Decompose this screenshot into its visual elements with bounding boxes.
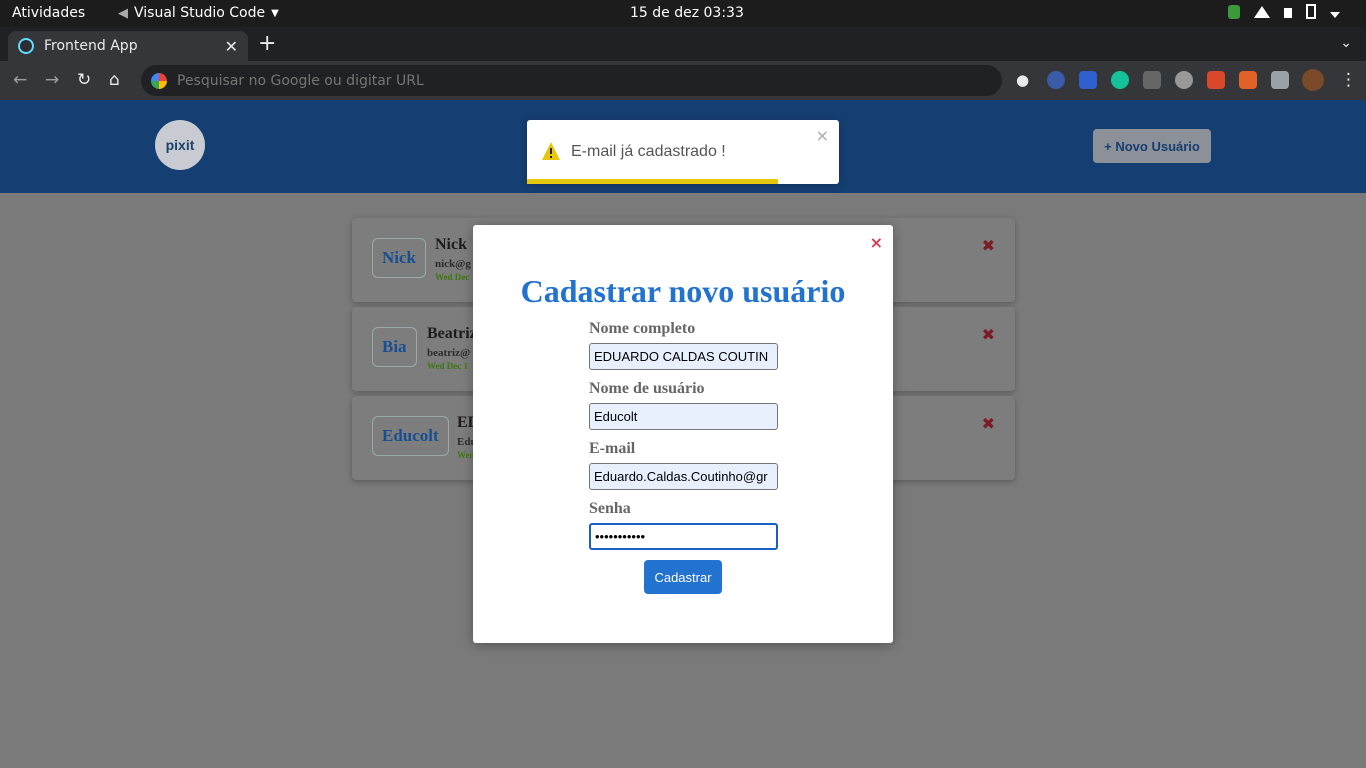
vscode-icon: ◀: [118, 5, 128, 21]
user-date: Wed: [457, 450, 475, 460]
microphone-icon[interactable]: ●: [1016, 71, 1034, 89]
warning-toast[interactable]: E-mail já cadastrado ! ×: [527, 120, 839, 184]
user-name: Beatriz: [427, 325, 477, 342]
new-tab-button[interactable]: +: [258, 33, 276, 55]
url-input[interactable]: [177, 72, 877, 89]
gitlab-icon[interactable]: [1239, 71, 1257, 89]
modal-close-icon[interactable]: ×: [870, 233, 883, 252]
delete-user-icon[interactable]: ✖: [982, 325, 995, 344]
warning-icon: [542, 142, 560, 160]
toast-close-icon[interactable]: ×: [816, 126, 829, 145]
fullname-input[interactable]: [589, 343, 778, 370]
tab-search-icon[interactable]: ⌄: [1340, 35, 1352, 51]
battery-icon[interactable]: [1306, 4, 1316, 19]
extensions-puzzle-icon[interactable]: [1271, 71, 1289, 89]
caret-down-icon: ▼: [271, 7, 279, 19]
more-menu-icon[interactable]: ⋮: [1340, 70, 1357, 90]
profile-avatar[interactable]: [1302, 69, 1324, 91]
react-icon: [18, 38, 34, 54]
user-date: Wed Dec 1: [427, 361, 468, 371]
user-email: beatriz@: [427, 347, 471, 359]
extension-4-icon[interactable]: [1143, 71, 1161, 89]
app-name-label: Visual Studio Code: [134, 5, 266, 21]
pixit-logo: pixit: [155, 120, 205, 170]
system-tray[interactable]: [1228, 4, 1340, 19]
toast-message: E-mail já cadastrado !: [571, 143, 726, 160]
email-label: E-mail: [589, 440, 636, 457]
toast-progress-bar: [527, 179, 778, 184]
fullname-label: Nome completo: [589, 320, 696, 337]
grammarly-icon[interactable]: [1111, 71, 1129, 89]
user-nick: Bia: [372, 327, 417, 367]
new-user-button[interactable]: + Novo Usuário: [1093, 129, 1211, 163]
submit-button[interactable]: Cadastrar: [644, 560, 722, 594]
extension-s-icon[interactable]: [1079, 71, 1097, 89]
tab-frontend-app[interactable]: Frontend App ✕: [8, 31, 248, 61]
register-user-modal: × Cadastrar novo usuário Nome completo N…: [473, 225, 893, 643]
wifi-icon[interactable]: [1254, 5, 1270, 18]
user-email: nick@g: [435, 258, 471, 270]
shield-icon[interactable]: [1228, 4, 1240, 19]
user-name: Nick: [435, 236, 467, 253]
tab-title: Frontend App: [44, 38, 138, 54]
forward-icon[interactable]: →: [45, 70, 59, 90]
password-input[interactable]: [589, 523, 778, 550]
delete-user-icon[interactable]: ✖: [982, 414, 995, 433]
home-icon[interactable]: ⌂: [109, 70, 120, 90]
user-nick: Nick: [372, 238, 426, 278]
power-menu-icon[interactable]: [1330, 11, 1340, 18]
extension-5-icon[interactable]: [1175, 71, 1193, 89]
google-icon: [151, 72, 167, 89]
extension-6-icon[interactable]: [1207, 71, 1225, 89]
system-top-bar: Atividades ◀ Visual Studio Code ▼ 15 de …: [0, 0, 1366, 27]
volume-icon[interactable]: [1284, 8, 1292, 18]
username-input[interactable]: [589, 403, 778, 430]
browser-toolbar: ← → ↻ ⌂ ● ⋮: [0, 61, 1366, 100]
email-input[interactable]: [589, 463, 778, 490]
username-label: Nome de usuário: [589, 380, 705, 397]
app-menu[interactable]: ◀ Visual Studio Code ▼: [118, 5, 279, 21]
reload-icon[interactable]: ↻: [77, 70, 91, 90]
close-tab-icon[interactable]: ✕: [225, 37, 238, 56]
browser-tab-bar: Frontend App ✕ + ⌄: [0, 27, 1366, 61]
user-nick: Educolt: [372, 416, 449, 456]
password-label: Senha: [589, 500, 631, 517]
back-icon[interactable]: ←: [13, 70, 27, 90]
address-bar[interactable]: [141, 65, 1002, 96]
clock[interactable]: 15 de dez 03:33: [630, 5, 744, 21]
user-date: Wed Dec: [435, 272, 470, 282]
extension-1-icon[interactable]: [1047, 71, 1065, 89]
delete-user-icon[interactable]: ✖: [982, 236, 995, 255]
modal-title: Cadastrar novo usuário: [520, 273, 846, 309]
activities-button[interactable]: Atividades: [12, 5, 85, 21]
